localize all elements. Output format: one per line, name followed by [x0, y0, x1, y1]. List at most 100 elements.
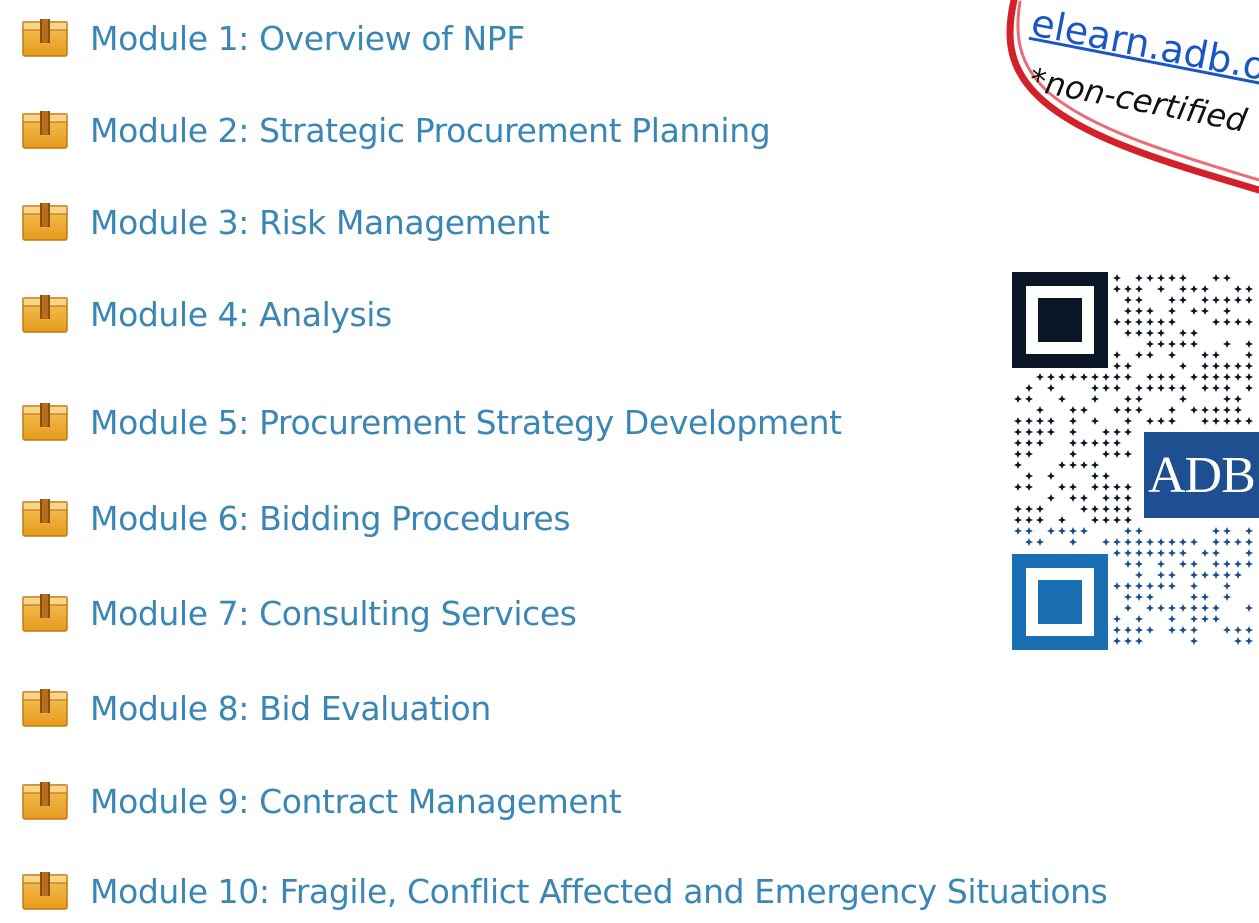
module-item-9[interactable]: Module 9: Contract Management: [22, 773, 622, 829]
qr-module: [1157, 329, 1165, 337]
qr-module: [1179, 538, 1187, 546]
qr-module: [1157, 285, 1165, 293]
qr-module: [1190, 604, 1198, 612]
qr-module: [1223, 560, 1231, 568]
qr-module: [1190, 593, 1198, 601]
qr-module: [1058, 395, 1066, 403]
module-item-7[interactable]: Module 7: Consulting Services: [22, 585, 577, 641]
qr-module: [1234, 560, 1242, 568]
qr-module: [1201, 593, 1209, 601]
qr-module: [1223, 582, 1231, 590]
qr-module: [1223, 296, 1231, 304]
qr-module: [1124, 637, 1132, 645]
qr-module: [1091, 417, 1099, 425]
package-icon: [22, 295, 68, 333]
qr-module: [1025, 439, 1033, 447]
qr-module: [1058, 483, 1066, 491]
qr-module: [1223, 527, 1231, 535]
module-label[interactable]: Module 5: Procurement Strategy Developme…: [90, 403, 842, 442]
qr-module: [1124, 285, 1132, 293]
qr-module: [1124, 604, 1132, 612]
qr-module: [1102, 472, 1110, 480]
qr-module: [1047, 384, 1055, 392]
qr-module: [1212, 274, 1220, 282]
qr-module: [1113, 351, 1121, 359]
qr-module: [1124, 373, 1132, 381]
qr-module: [1179, 549, 1187, 557]
qr-module: [1168, 538, 1176, 546]
module-item-4[interactable]: Module 4: Analysis: [22, 286, 392, 342]
package-icon: [22, 782, 68, 820]
qr-module: [1025, 538, 1033, 546]
qr-module: [1234, 417, 1242, 425]
qr-module: [1102, 450, 1110, 458]
qr-module: [1190, 538, 1198, 546]
module-label[interactable]: Module 2: Strategic Procurement Planning: [90, 111, 771, 150]
qr-module: [1069, 461, 1077, 469]
qr-module: [1091, 505, 1099, 513]
qr-module: [1014, 527, 1022, 535]
qr-module: [1135, 318, 1143, 326]
qr-module: [1124, 362, 1132, 370]
qr-module: [1047, 428, 1055, 436]
qr-module: [1146, 373, 1154, 381]
module-item-5[interactable]: Module 5: Procurement Strategy Developme…: [22, 394, 842, 450]
qr-module: [1080, 373, 1088, 381]
qr-module: [1168, 373, 1176, 381]
qr-module: [1190, 571, 1198, 579]
qr-module: [1190, 615, 1198, 623]
module-item-10[interactable]: Module 10: Fragile, Conflict Affected an…: [22, 863, 1108, 919]
qr-module: [1047, 472, 1055, 480]
qr-module: [1146, 604, 1154, 612]
qr-module: [1124, 527, 1132, 535]
package-icon: [22, 499, 68, 537]
qr-module: [1113, 582, 1121, 590]
qr-module: [1179, 395, 1187, 403]
module-label[interactable]: Module 10: Fragile, Conflict Affected an…: [90, 872, 1108, 911]
qr-module: [1014, 461, 1022, 469]
qr-module: [1113, 516, 1121, 524]
qr-module: [1234, 637, 1242, 645]
qr-module: [1168, 384, 1176, 392]
qr-module: [1201, 571, 1209, 579]
qr-module: [1179, 274, 1187, 282]
module-item-8[interactable]: Module 8: Bid Evaluation: [22, 680, 491, 736]
qr-module: [1014, 395, 1022, 403]
qr-module: [1212, 296, 1220, 304]
qr-module: [1135, 593, 1143, 601]
module-label[interactable]: Module 9: Contract Management: [90, 782, 622, 821]
qr-module: [1113, 373, 1121, 381]
qr-module: [1234, 362, 1242, 370]
module-label[interactable]: Module 6: Bidding Procedures: [90, 499, 571, 538]
module-label[interactable]: Module 7: Consulting Services: [90, 594, 577, 633]
qr-module: [1113, 274, 1121, 282]
qr-module: [1146, 538, 1154, 546]
qr-module: [1245, 527, 1253, 535]
qr-module: [1102, 538, 1110, 546]
qr-module: [1245, 384, 1253, 392]
qr-module: [1135, 571, 1143, 579]
qr-module: [1025, 395, 1033, 403]
module-label[interactable]: Module 3: Risk Management: [90, 203, 550, 242]
qr-module: [1014, 516, 1022, 524]
qr-module: [1201, 362, 1209, 370]
qr-module: [1157, 538, 1165, 546]
qr-module: [1223, 593, 1231, 601]
qr-module: [1146, 626, 1154, 634]
module-label[interactable]: Module 1: Overview of NPF: [90, 19, 525, 58]
module-item-6[interactable]: Module 6: Bidding Procedures: [22, 490, 571, 546]
module-item-2[interactable]: Module 2: Strategic Procurement Planning: [22, 102, 771, 158]
qr-module: [1124, 560, 1132, 568]
qr-module: [1223, 362, 1231, 370]
module-item-3[interactable]: Module 3: Risk Management: [22, 194, 550, 250]
qr-module: [1124, 428, 1132, 436]
qr-module: [1069, 439, 1077, 447]
module-label[interactable]: Module 4: Analysis: [90, 295, 392, 334]
qr-module: [1179, 296, 1187, 304]
module-item-1[interactable]: Module 1: Overview of NPF: [22, 10, 525, 66]
module-label[interactable]: Module 8: Bid Evaluation: [90, 689, 491, 728]
qr-module: [1135, 615, 1143, 623]
qr-module: [1245, 549, 1253, 557]
qr-module: [1201, 285, 1209, 293]
qr-module: [1212, 373, 1220, 381]
